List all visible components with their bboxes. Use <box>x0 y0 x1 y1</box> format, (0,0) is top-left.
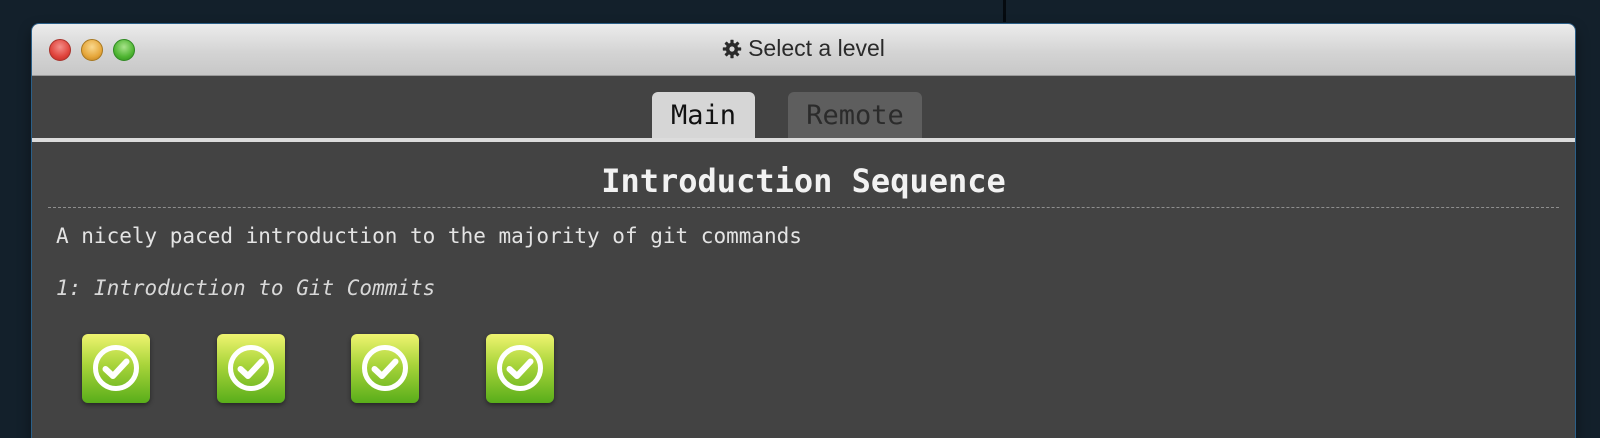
tab-underline <box>32 138 1575 142</box>
gear-icon <box>722 38 742 65</box>
window-title-text: Select a level <box>748 35 885 61</box>
level-button-4[interactable] <box>486 334 554 403</box>
tab-bar: Main Remote <box>32 76 1575 141</box>
window-title: Select a level <box>32 35 1575 65</box>
level-button-3[interactable] <box>351 334 419 403</box>
checkmark-icon <box>93 345 139 391</box>
checkmark-icon <box>362 345 408 391</box>
sequence-description: A nicely paced introduction to the major… <box>56 224 802 248</box>
checkmark-icon <box>228 345 274 391</box>
level-button-2[interactable] <box>217 334 285 403</box>
section-divider <box>48 207 1559 208</box>
tab-remote[interactable]: Remote <box>788 92 922 140</box>
section-title: 1: Introduction to Git Commits <box>56 276 436 300</box>
level-button-1[interactable] <box>82 334 150 403</box>
sequence-title: Introduction Sequence <box>601 162 1006 200</box>
window-titlebar[interactable]: Select a level <box>32 24 1575 76</box>
checkmark-icon <box>497 345 543 391</box>
tab-main[interactable]: Main <box>652 92 755 140</box>
level-select-window: Select a level Main Remote Introduction … <box>32 24 1575 438</box>
background-divider <box>1003 0 1006 22</box>
